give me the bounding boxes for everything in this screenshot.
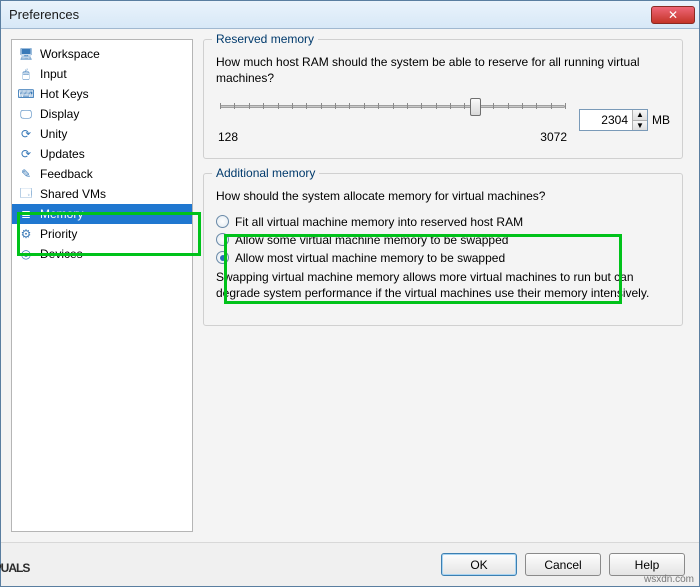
priority-icon: ⚙ [18, 226, 34, 242]
workspace-icon: 🖥 [18, 46, 34, 62]
spin-up-button[interactable]: ▲ [633, 110, 647, 121]
unity-icon: ⟳ [18, 126, 34, 142]
radio-label: Allow some virtual machine memory to be … [235, 233, 508, 247]
group-title: Additional memory [212, 166, 319, 180]
reserved-memory-question: How much host RAM should the system be a… [216, 54, 670, 86]
group-title: Reserved memory [212, 32, 318, 46]
window-body: 🖥Workspace🖱Input⌨Hot Keys🖵Display⟳Unity⟳… [1, 29, 699, 542]
radio-label: Fit all virtual machine memory into rese… [235, 215, 523, 229]
slider-min-label: 128 [218, 130, 238, 144]
sidebar-item-label: Priority [40, 227, 77, 241]
sidebar-item-priority[interactable]: ⚙ Priority [12, 224, 192, 244]
sidebar-item-label: Workspace [40, 47, 100, 61]
memory-allocation-option-0[interactable]: Fit all virtual machine memory into rese… [216, 215, 670, 229]
radio-icon [216, 233, 229, 246]
memory-icon: ≣ [18, 206, 34, 222]
additional-memory-group: Additional memory How should the system … [203, 173, 683, 326]
spin-down-button[interactable]: ▼ [633, 121, 647, 131]
preferences-window: Preferences ✕ 🖥 Workspace 🖱 Input ⌨ Hot Keys 🖵… [0, 0, 700, 587]
reserved-memory-input[interactable] [580, 110, 632, 130]
memory-allocation-option-2[interactable]: Allow most virtual machine memory to be … [216, 251, 670, 265]
sidebar-item-feedback[interactable]: ✎ Feedback [12, 164, 192, 184]
display-icon: 🖵 [18, 106, 34, 122]
reserved-memory-spinbox[interactable]: ▲ ▼ [579, 109, 648, 131]
sidebar-item-label: Display [40, 107, 79, 121]
sidebar-item-input[interactable]: 🖱 Input [12, 64, 192, 84]
spin-buttons: ▲ ▼ [632, 110, 647, 130]
radio-icon [216, 251, 229, 264]
reserved-memory-slider-wrap: 128 3072 [216, 96, 569, 144]
reserved-memory-slider[interactable] [220, 96, 565, 116]
sidebar-item-memory[interactable]: ≣ Memory [12, 204, 192, 224]
sidebar-item-sharedvms[interactable]: 🗔 Shared VMs [12, 184, 192, 204]
window-title: Preferences [9, 7, 651, 22]
hotkeys-icon: ⌨ [18, 86, 34, 102]
slider-ticks [220, 102, 565, 110]
reserved-memory-group: Reserved memory How much host RAM should… [203, 39, 683, 159]
radio-label: Allow most virtual machine memory to be … [235, 251, 505, 265]
dialog-footer: OK Cancel Help [1, 542, 699, 586]
reserved-memory-unit: MB [652, 113, 670, 127]
devices-icon: ◎ [18, 246, 34, 262]
additional-memory-question: How should the system allocate memory fo… [216, 188, 670, 204]
sidebar-item-hotkeys[interactable]: ⌨ Hot Keys [12, 84, 192, 104]
cancel-button[interactable]: Cancel [525, 553, 601, 576]
ok-button[interactable]: OK [441, 553, 517, 576]
close-icon: ✕ [668, 8, 678, 22]
sharedvms-icon: 🗔 [18, 186, 34, 202]
sidebar-item-label: Unity [40, 127, 67, 141]
reserved-memory-value-wrap: ▲ ▼ MB [579, 109, 670, 131]
slider-scale-labels: 128 3072 [216, 130, 569, 144]
cancel-label: Cancel [544, 558, 581, 572]
sidebar-item-label: Input [40, 67, 67, 81]
sidebar-item-label: Shared VMs [40, 187, 106, 201]
feedback-icon: ✎ [18, 166, 34, 182]
reserved-memory-row: 128 3072 ▲ ▼ MB [216, 96, 670, 144]
sidebar-item-label: Memory [40, 207, 83, 221]
updates-icon: ⟳ [18, 146, 34, 162]
sidebar-item-updates[interactable]: ⟳ Updates [12, 144, 192, 164]
slider-max-label: 3072 [540, 130, 567, 144]
sidebar-item-unity[interactable]: ⟳ Unity [12, 124, 192, 144]
sidebar-item-label: Updates [40, 147, 85, 161]
content-pane: Reserved memory How much host RAM should… [203, 39, 689, 532]
radio-icon [216, 215, 229, 228]
help-button[interactable]: Help [609, 553, 685, 576]
memory-allocation-options: Fit all virtual machine memory into rese… [216, 215, 670, 265]
sidebar-item-label: Hot Keys [40, 87, 89, 101]
swap-note: Swapping virtual machine memory allows m… [216, 269, 670, 301]
memory-allocation-option-1[interactable]: Allow some virtual machine memory to be … [216, 233, 670, 247]
slider-thumb[interactable] [470, 98, 481, 116]
close-button[interactable]: ✕ [651, 6, 695, 24]
sidebar-item-label: Feedback [40, 167, 93, 181]
sidebar: 🖥Workspace🖱Input⌨Hot Keys🖵Display⟳Unity⟳… [11, 39, 193, 532]
input-icon: 🖱 [18, 66, 34, 82]
sidebar-item-label: Devices [40, 247, 83, 261]
help-label: Help [635, 558, 660, 572]
ok-label: OK [470, 558, 487, 572]
titlebar: Preferences ✕ [1, 1, 699, 29]
sidebar-item-display[interactable]: 🖵 Display [12, 104, 192, 124]
sidebar-item-devices[interactable]: ◎ Devices [12, 244, 192, 264]
sidebar-item-workspace[interactable]: 🖥 Workspace [12, 44, 192, 64]
